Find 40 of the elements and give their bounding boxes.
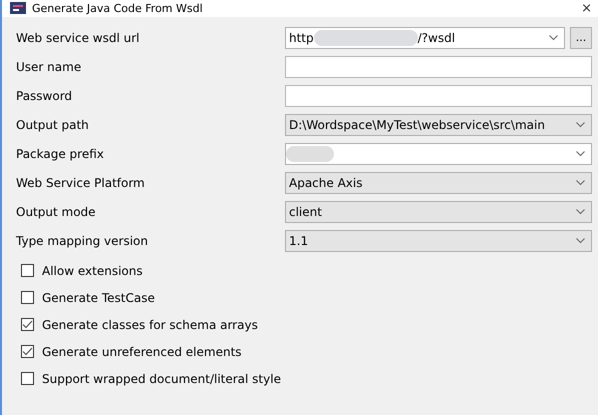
caret-icon bbox=[576, 238, 585, 244]
caret-icon bbox=[576, 151, 585, 157]
url-start-text: http bbox=[289, 31, 314, 45]
input-field[interactable] bbox=[285, 85, 592, 107]
dropdown-value: client bbox=[289, 205, 322, 219]
checkbox-label: Generate TestCase bbox=[42, 290, 155, 304]
checkbox-label: Allow extensions bbox=[42, 264, 143, 278]
field-label: Output mode bbox=[16, 205, 97, 219]
dropdown-value: 1.1 bbox=[289, 234, 308, 248]
checkbox-label: Generate classes for schema arrays bbox=[42, 318, 258, 332]
field-label: User name bbox=[16, 60, 82, 74]
caret-icon bbox=[576, 122, 585, 128]
input-field[interactable] bbox=[285, 56, 592, 78]
field-label: Web service wsdl url bbox=[16, 31, 140, 45]
checkbox-label: Generate unreferenced elements bbox=[42, 344, 242, 358]
checkbox[interactable] bbox=[21, 345, 34, 358]
dropdown[interactable]: http /?wsdl bbox=[285, 27, 565, 49]
url-end-text: /?wsdl bbox=[418, 31, 456, 45]
caret-icon bbox=[549, 35, 558, 41]
checkbox[interactable] bbox=[21, 264, 34, 277]
field-label: Web Service Platform bbox=[16, 176, 146, 190]
window-title: Generate Java Code From Wsdl bbox=[32, 2, 204, 14]
field-label: Output path bbox=[16, 118, 90, 132]
dropdown[interactable]: D:\Wordspace\MyTest\webservice\src\main bbox=[285, 114, 592, 136]
dropdown[interactable]: client bbox=[285, 201, 592, 223]
dropdown-value: D:\Wordspace\MyTest\webservice\src\main bbox=[289, 118, 545, 132]
close-button[interactable]: × bbox=[581, 2, 592, 14]
caret-icon bbox=[576, 180, 585, 186]
browse-button[interactable]: ... bbox=[570, 27, 592, 49]
field-label: Package prefix bbox=[16, 147, 105, 161]
dropdown[interactable]: 1.1 bbox=[285, 230, 592, 252]
field-label: Password bbox=[16, 89, 74, 103]
caret-icon bbox=[576, 209, 585, 215]
checkbox-label: Support wrapped document/literal style bbox=[42, 372, 281, 386]
checkbox[interactable] bbox=[21, 372, 34, 385]
checkbox[interactable] bbox=[21, 318, 34, 331]
field-label: Type mapping version bbox=[16, 234, 149, 248]
dropdown[interactable]: Apache Axis bbox=[285, 172, 592, 194]
dropdown-value: Apache Axis bbox=[289, 176, 362, 190]
checkbox[interactable] bbox=[21, 291, 34, 304]
